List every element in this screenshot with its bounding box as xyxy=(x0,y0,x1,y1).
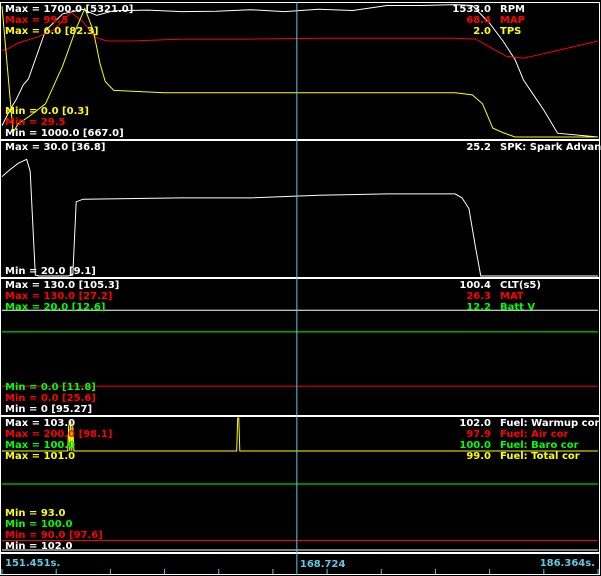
channel-name: RPM xyxy=(500,4,525,15)
min-label: Min = 0.0 [11.8] xyxy=(5,382,96,393)
current-value: 12.2 xyxy=(466,302,491,313)
current-value: 1533.0 xyxy=(452,4,491,15)
current-value: 102.0 xyxy=(459,418,491,429)
max-label: Max = 101.0 xyxy=(5,451,75,462)
time-start-label: 151.451s. xyxy=(5,558,60,569)
current-value: 25.2 xyxy=(466,142,491,153)
max-label: Max = 1700.0 [5321.0] xyxy=(5,4,133,15)
channel-name: Batt V xyxy=(500,302,535,313)
max-label: Max = 99.5 xyxy=(5,15,68,26)
max-label: Max = 30.0 [36.8] xyxy=(5,142,105,153)
max-label: Max = 103.0 xyxy=(5,418,75,429)
max-label: Max = 100.0 xyxy=(5,440,75,451)
current-value: 2.0 xyxy=(473,26,491,37)
datalog-viewer: Max = 1700.0 [5321.0] Max = 99.5 Max = 6.0… xyxy=(0,0,601,576)
channel-name: MAT xyxy=(500,291,524,302)
min-label: Min = 1000.0 [667.0] xyxy=(5,128,124,139)
min-label: Min = 0 [95.27] xyxy=(5,404,92,415)
channel-name: SPK: Spark Advance xyxy=(500,142,601,153)
min-label: Min = 102.0 xyxy=(5,541,73,552)
current-value: 26.3 xyxy=(466,291,491,302)
time-end-label: 186.364s. xyxy=(540,558,595,569)
min-label: Min = 20.0 [9.1] xyxy=(5,266,96,277)
min-label: Min = 0.0 [25.6] xyxy=(5,393,96,404)
current-value: 97.9 xyxy=(466,429,491,440)
datalog-chart[interactable]: Max = 1700.0 [5321.0]Max = 99.5Max = 6.0… xyxy=(0,0,601,576)
min-label: Min = 100.0 xyxy=(5,519,73,530)
min-label: Min = 0.0 [0.3] xyxy=(5,106,89,117)
channel-name: TPS xyxy=(500,26,521,37)
channel-name: Fuel: Baro cor xyxy=(500,440,579,451)
current-value: 100.4 xyxy=(459,280,491,291)
max-label: Max = 20.0 [12.6] xyxy=(5,302,105,313)
current-value: 100.0 xyxy=(459,440,491,451)
max-label: Max = 200.0 [98.1] xyxy=(5,429,112,440)
channel-name: MAP xyxy=(500,15,525,26)
min-label: Min = 93.0 xyxy=(5,508,66,519)
channel-name: CLT(s5) xyxy=(500,280,541,291)
max-label: Max = 130.0 [27.2] xyxy=(5,291,112,302)
max-label: Max = 6.0 [82.3] xyxy=(5,26,99,37)
channel-name: Fuel: Air cor xyxy=(500,429,569,440)
channel-name: Fuel: Warmup cor xyxy=(500,418,599,429)
cursor-time-label: 168.724 xyxy=(300,559,346,570)
channel-name: Fuel: Total cor xyxy=(500,451,580,462)
min-label: Min = 29.5 xyxy=(5,117,66,128)
current-value: 99.0 xyxy=(466,451,491,462)
min-label: Min = 90.0 [97.6] xyxy=(5,530,103,541)
max-label: Max = 130.0 [105.3] xyxy=(5,280,119,291)
current-value: 68.4 xyxy=(466,15,491,26)
